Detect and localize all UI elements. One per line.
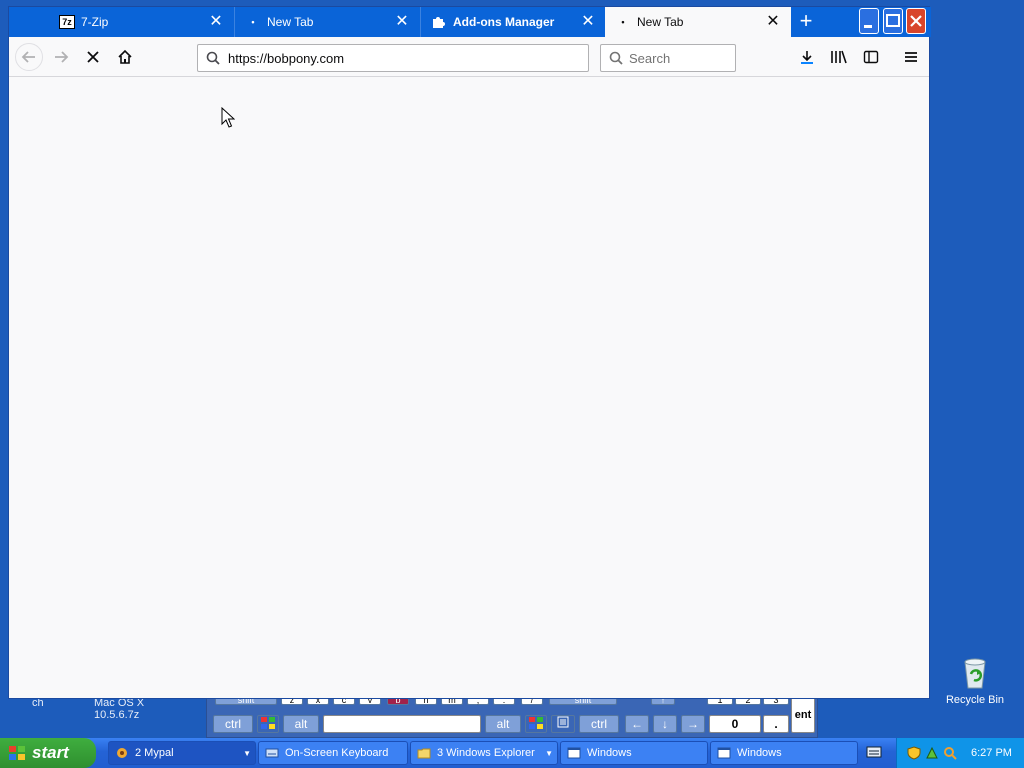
minimize-icon	[864, 25, 872, 28]
key-alt-left[interactable]: alt	[283, 715, 319, 733]
taskbar-group-windows-explorer[interactable]: 3 Windows Explorer ▼	[410, 741, 558, 765]
library-icon	[831, 50, 847, 64]
stop-x-icon	[87, 51, 99, 63]
new-tab-button[interactable]: +	[791, 7, 821, 37]
key-num-decimal[interactable]: .	[763, 715, 789, 733]
menu-key-icon	[557, 716, 569, 728]
tab-addons-manager[interactable]: Add-ons Manager ✕	[421, 7, 607, 37]
close-icon	[910, 15, 922, 27]
window-icon	[717, 747, 731, 759]
home-icon	[118, 49, 132, 64]
close-window-button[interactable]	[906, 8, 926, 34]
key-ctrl-right[interactable]: ctrl	[579, 715, 619, 733]
tab-close-icon[interactable]: ✕	[763, 14, 783, 30]
key-alt-right[interactable]: alt	[485, 715, 521, 733]
downloads-button[interactable]	[793, 43, 821, 71]
tab-7zip[interactable]: 7z 7-Zip ✕	[49, 7, 235, 37]
magnifier-icon[interactable]	[943, 746, 957, 760]
start-button[interactable]: start	[0, 738, 96, 768]
taskbar: start 2 Mypal ▼ On-Screen Keyboard 3 Win…	[0, 738, 1024, 768]
taskbar-item-on-screen-keyboard[interactable]: On-Screen Keyboard	[258, 741, 408, 765]
forward-arrow-icon	[55, 51, 69, 63]
task-label: On-Screen Keyboard	[285, 747, 389, 759]
minimize-button[interactable]	[859, 8, 879, 34]
tab-label: New Tab	[637, 15, 684, 29]
windows-logo-icon	[261, 717, 275, 729]
folder-icon	[417, 748, 431, 759]
windows-logo-icon	[529, 717, 543, 729]
security-shield-icon[interactable]	[907, 746, 921, 760]
key-windows-right[interactable]	[525, 715, 547, 733]
home-button[interactable]	[111, 43, 139, 71]
system-tray: 6:27 PM	[896, 738, 1024, 768]
puzzle-icon	[431, 15, 447, 29]
address-bar-value: https://bobpony.com	[228, 50, 345, 66]
tab-strip: 7z 7-Zip ✕ • New Tab ✕ Add-ons Manager ✕…	[9, 7, 931, 37]
key-arrow-down[interactable]: ↓	[653, 715, 677, 733]
chevron-down-icon: ▼	[545, 748, 553, 758]
mypal-icon	[117, 748, 127, 758]
desktop-file-label[interactable]: 10.5.6.7z	[94, 709, 139, 721]
sidebar-icon	[863, 50, 879, 64]
tab-close-icon[interactable]: ✕	[578, 14, 598, 30]
keyboard-icon	[265, 748, 279, 758]
back-button[interactable]	[15, 43, 43, 71]
maximize-button[interactable]	[883, 8, 903, 34]
page-content[interactable]	[9, 78, 929, 698]
navigation-toolbar: https://bobpony.com Search	[9, 37, 929, 77]
maximize-icon	[886, 14, 900, 27]
task-label: Windows	[737, 747, 782, 759]
recycle-bin-label: Recycle Bin	[945, 694, 1005, 706]
tab-new-tab[interactable]: • New Tab ✕	[235, 7, 421, 37]
key-arrow-right[interactable]: →	[681, 715, 705, 733]
address-bar[interactable]: https://bobpony.com	[197, 44, 589, 72]
tab-label: Add-ons Manager	[453, 15, 555, 29]
task-label: 3 Windows Explorer	[437, 747, 535, 759]
taskbar-item-windows-1[interactable]: Windows	[560, 741, 708, 765]
key-arrow-left[interactable]: ←	[625, 715, 649, 733]
mouse-cursor-icon	[221, 107, 235, 128]
search-icon	[206, 51, 220, 65]
back-arrow-icon	[21, 51, 35, 63]
task-label: Windows	[587, 747, 632, 759]
network-icon[interactable]	[925, 746, 939, 760]
tab-label: New Tab	[267, 15, 314, 29]
search-icon	[609, 51, 623, 65]
start-label: start	[32, 743, 69, 762]
forward-button[interactable]	[47, 43, 75, 71]
language-keyboard-icon[interactable]	[866, 746, 882, 758]
hamburger-menu-icon	[905, 52, 917, 62]
tab-new-tab-active[interactable]: • New Tab ✕	[605, 7, 791, 37]
sidebar-button[interactable]	[857, 43, 885, 71]
key-num-0[interactable]: 0	[709, 715, 761, 733]
tab-close-icon[interactable]: ✕	[392, 14, 412, 30]
key-space[interactable]	[323, 715, 481, 733]
clock[interactable]: 6:27 PM	[971, 747, 1012, 759]
search-box[interactable]: Search	[600, 44, 736, 72]
browser-window: 7z 7-Zip ✕ • New Tab ✕ Add-ons Manager ✕…	[8, 6, 931, 699]
taskbar-group-mypal[interactable]: 2 Mypal ▼	[108, 741, 256, 765]
tab-label: 7-Zip	[81, 15, 109, 29]
task-label: 2 Mypal	[135, 747, 174, 759]
windows-logo-icon	[9, 746, 25, 760]
window-icon	[567, 747, 581, 759]
key-ctrl-left[interactable]: ctrl	[213, 715, 253, 733]
chevron-down-icon: ▼	[243, 748, 251, 758]
tab-close-icon[interactable]: ✕	[206, 14, 226, 30]
loading-dot-icon: •	[621, 17, 625, 27]
loading-dot-icon: •	[251, 17, 255, 27]
key-windows-left[interactable]	[257, 715, 279, 733]
download-arrow-icon	[801, 51, 813, 64]
recycle-bin[interactable]: Recycle Bin	[944, 656, 1006, 706]
key-enter[interactable]: ent	[791, 697, 815, 733]
search-placeholder: Search	[629, 50, 671, 66]
key-menu[interactable]	[551, 715, 575, 733]
stop-button[interactable]	[79, 43, 107, 71]
recycle-bin-icon	[964, 658, 986, 689]
menu-button[interactable]	[897, 43, 925, 71]
7zip-icon: 7z	[59, 15, 75, 29]
taskbar-item-windows-2[interactable]: Windows	[710, 741, 858, 765]
library-button[interactable]	[825, 43, 853, 71]
